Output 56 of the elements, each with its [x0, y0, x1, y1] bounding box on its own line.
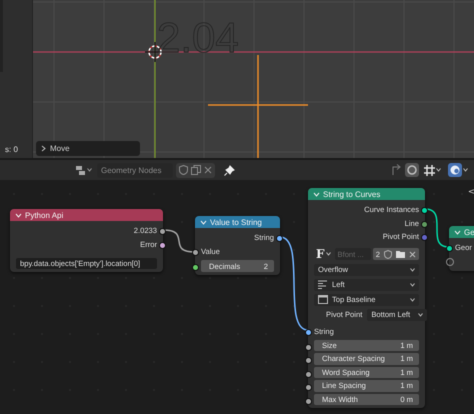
- socket-dot[interactable]: [192, 248, 199, 256]
- chevron-icon: [454, 230, 461, 234]
- socket-dot[interactable]: [305, 370, 312, 378]
- socket-dot[interactable]: [192, 264, 199, 272]
- overlays-button[interactable]: [446, 162, 470, 178]
- caret-icon: [410, 268, 415, 272]
- socket-dot[interactable]: [305, 398, 312, 405]
- operator-label: Move: [50, 144, 70, 153]
- caret-icon: [463, 168, 468, 172]
- socket-dot[interactable]: [305, 384, 312, 392]
- chevron-icon: [15, 212, 22, 218]
- close-icon[interactable]: [409, 250, 416, 258]
- frame-label: s: 0: [2, 144, 21, 155]
- caret-icon: [436, 168, 441, 172]
- overlay-icon[interactable]: [405, 163, 419, 177]
- operator-panel[interactable]: Move: [36, 141, 140, 156]
- copy-icon[interactable]: [191, 165, 201, 175]
- shield-icon[interactable]: [384, 250, 392, 258]
- socket-dot[interactable]: [421, 220, 428, 228]
- scroll-arrow[interactable]: <: [468, 187, 474, 196]
- node-header[interactable]: Ge: [449, 226, 474, 238]
- node-header[interactable]: String to Curves: [308, 188, 425, 200]
- parent-icon[interactable]: [391, 164, 402, 176]
- node-header[interactable]: Python Api: [10, 209, 163, 221]
- socket-dot[interactable]: [305, 344, 312, 351]
- chevron-icon: [313, 192, 320, 196]
- font-button[interactable]: F: [314, 247, 333, 261]
- socket-dot[interactable]: [305, 328, 312, 336]
- node-editor-icon: [75, 164, 86, 176]
- caret-icon: [410, 298, 415, 302]
- chevron-icon: [41, 145, 46, 152]
- socket-dot[interactable]: [159, 228, 166, 236]
- pin-icon[interactable]: [224, 164, 235, 176]
- frame-icon: [318, 295, 328, 304]
- chevron-icon: [200, 220, 207, 224]
- grid-icon: [424, 164, 435, 176]
- socket-dot[interactable]: [305, 357, 312, 364]
- shield-icon[interactable]: [179, 165, 188, 175]
- socket-dot[interactable]: [276, 235, 283, 242]
- socket-dot[interactable]: [446, 245, 453, 252]
- caret-icon: [326, 252, 331, 256]
- node-header[interactable]: Value to String: [195, 216, 280, 228]
- socket-dot[interactable]: [446, 258, 454, 266]
- sphere-icon: [448, 163, 462, 177]
- text-object: 2.04: [157, 14, 239, 61]
- socket-dot[interactable]: [421, 207, 428, 214]
- socket-dot[interactable]: [421, 234, 428, 242]
- align-left-icon: [318, 280, 328, 289]
- caret-icon: [418, 312, 424, 316]
- node-tree-field[interactable]: Geometry Nodes: [97, 162, 173, 178]
- socket-dot[interactable]: [159, 242, 166, 249]
- folder-icon[interactable]: [396, 250, 405, 258]
- caret-icon: [87, 168, 92, 172]
- caret-icon: [410, 282, 415, 286]
- close-icon[interactable]: [204, 166, 212, 174]
- snap-button[interactable]: [422, 162, 443, 178]
